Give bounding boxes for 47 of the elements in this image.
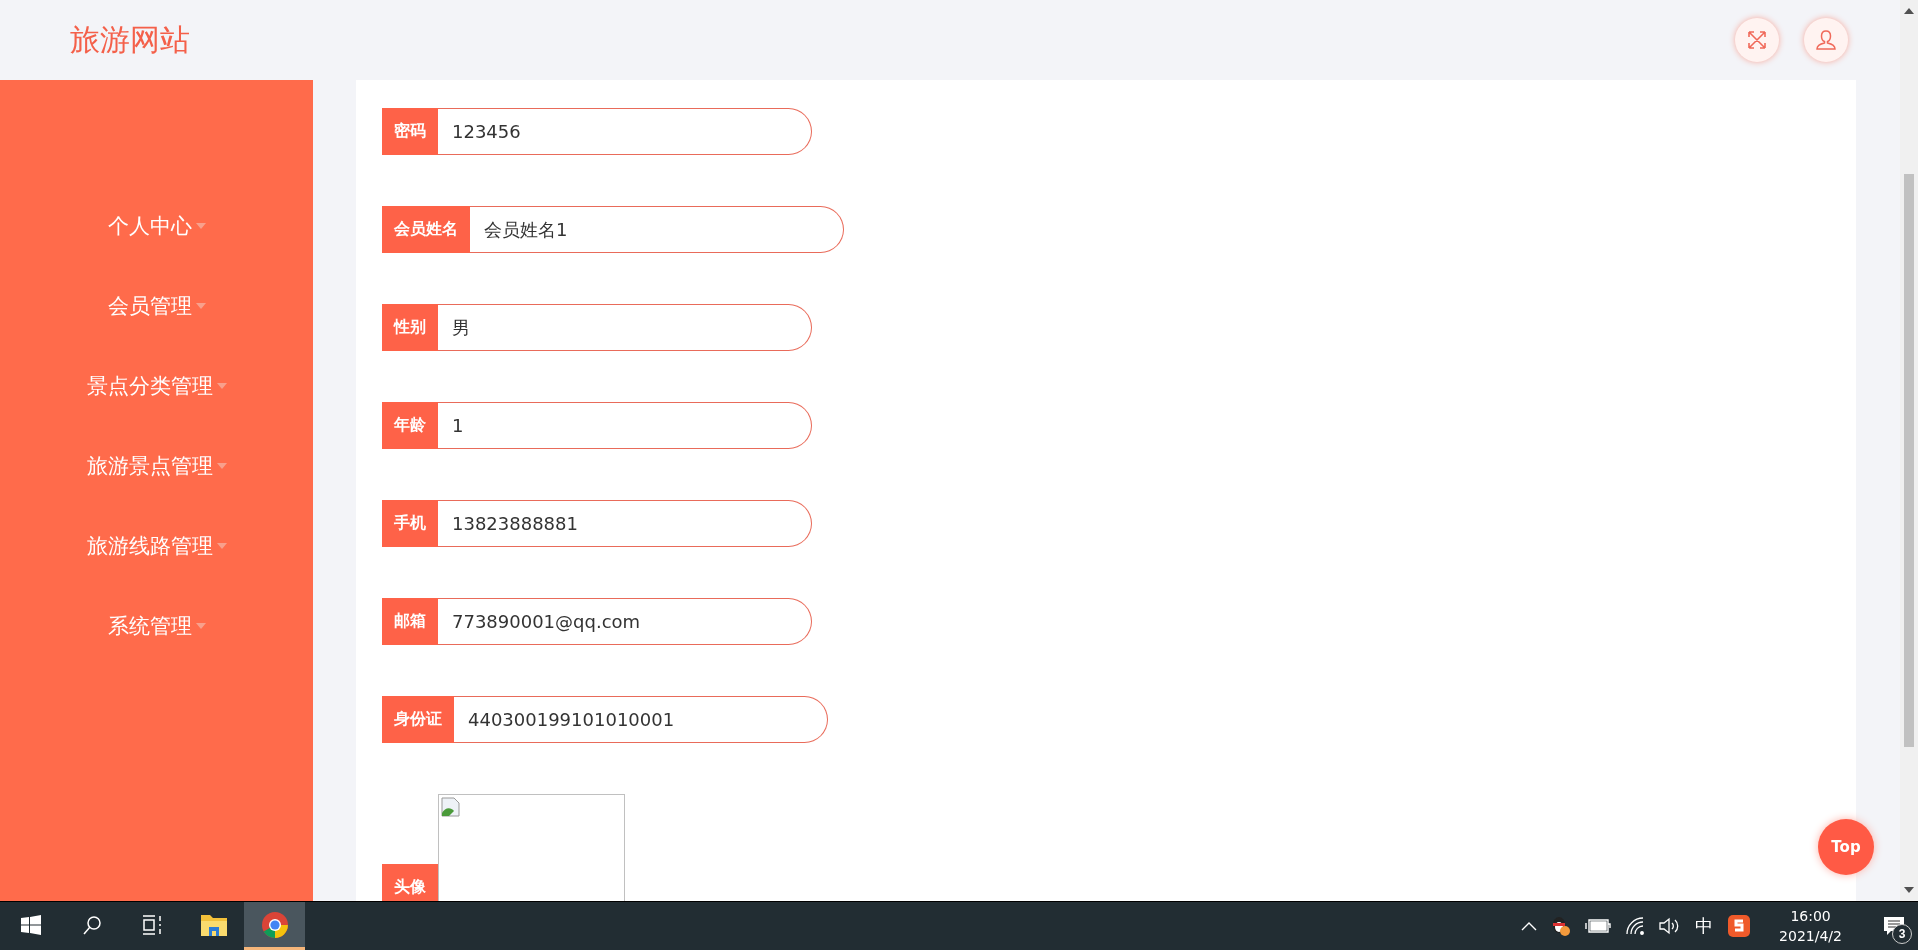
task-view-icon	[141, 914, 164, 935]
expand-icon	[1746, 29, 1768, 51]
notification-count: 3	[1892, 924, 1912, 944]
clock[interactable]: 16:00 2021/4/2	[1779, 906, 1842, 946]
scrollbar[interactable]	[1900, 0, 1918, 901]
input-field[interactable]: 1	[438, 402, 812, 449]
folder-icon	[199, 912, 228, 937]
caret-icon	[195, 223, 206, 229]
fullscreen-button[interactable]	[1735, 18, 1779, 62]
penguin-icon[interactable]	[1551, 915, 1572, 937]
wifi-icon[interactable]	[1625, 917, 1646, 935]
field-label: 性别	[382, 304, 438, 351]
scroll-thumb[interactable]	[1904, 174, 1914, 747]
field-label: 年龄	[382, 402, 438, 449]
taskbar-app[interactable]	[244, 902, 305, 950]
chevron-up-icon[interactable]	[1521, 921, 1538, 931]
input-field[interactable]: 773890001@qq.com	[438, 598, 812, 645]
arrow-up-icon	[1904, 8, 1914, 14]
field-label: 密码	[382, 108, 438, 155]
field-label: 会员姓名	[382, 206, 470, 253]
input-field[interactable]: 13823888881	[438, 500, 812, 547]
input-method-indicator[interactable]: 中	[1695, 914, 1714, 938]
input-field[interactable]: 男	[438, 304, 812, 351]
clock-time: 16:00	[1790, 907, 1831, 926]
user-button[interactable]	[1804, 18, 1848, 62]
caret-icon	[216, 463, 227, 469]
arrow-down-icon	[1904, 887, 1914, 893]
input-field[interactable]: 440300199101010001	[454, 696, 828, 743]
keyboard-app-icon[interactable]	[1727, 914, 1752, 938]
browser-icon	[260, 910, 289, 939]
battery-icon[interactable]	[1585, 919, 1612, 933]
notification-button[interactable]: 3	[1870, 902, 1918, 950]
field-label: 身份证	[382, 696, 454, 743]
user-icon	[1815, 29, 1837, 51]
caret-icon	[216, 383, 227, 389]
input-field[interactable]: 会员姓名1	[470, 206, 844, 253]
broken-image-icon	[441, 797, 461, 817]
clock-date: 2021/4/2	[1779, 927, 1842, 946]
field-label: 头像	[382, 864, 438, 901]
field-label: 手机	[382, 500, 438, 547]
caret-icon	[195, 623, 206, 629]
windows-icon	[20, 914, 41, 935]
field-label: 邮箱	[382, 598, 438, 645]
caret-icon	[195, 303, 206, 309]
search-icon	[81, 914, 102, 935]
caret-icon	[216, 543, 227, 549]
input-field[interactable]: 123456	[438, 108, 812, 155]
